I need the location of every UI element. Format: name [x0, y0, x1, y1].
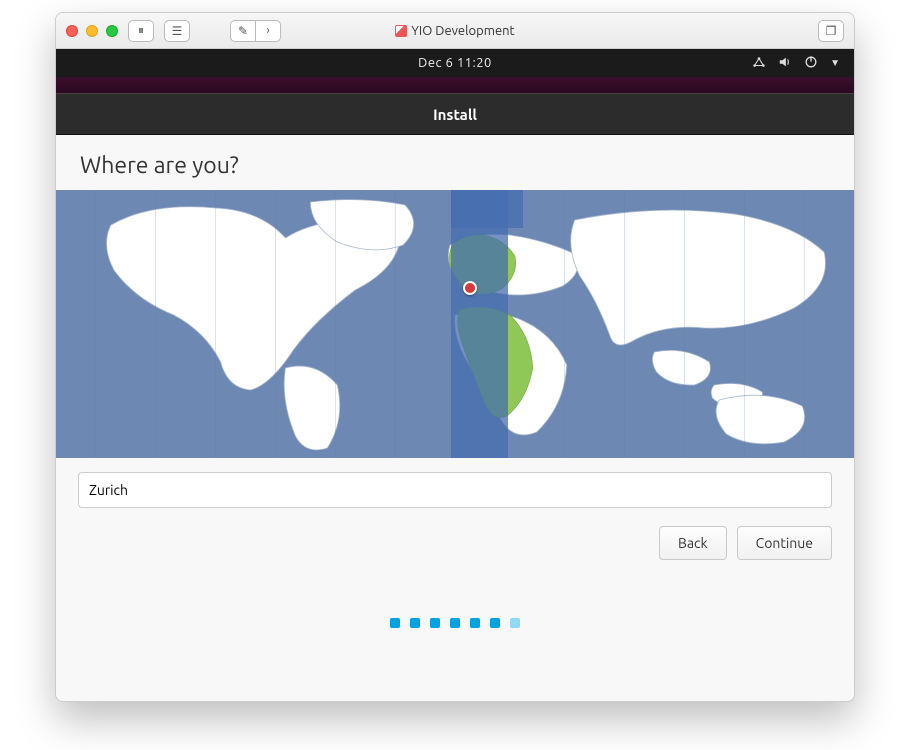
- progress-dot: [470, 618, 480, 628]
- progress-dot: [490, 618, 500, 628]
- mac-titlebar: ⏸ ☰ ✎ › YIO Development ❐: [56, 13, 854, 49]
- progress-dot: [390, 618, 400, 628]
- zoom-button[interactable]: [106, 25, 118, 37]
- chevron-down-icon[interactable]: ▼: [830, 57, 840, 69]
- progress-indicator: [56, 570, 854, 656]
- vm-icon: [395, 25, 407, 37]
- installer-content: Where are you?: [56, 135, 854, 701]
- timezone-band: [451, 190, 508, 458]
- installer-titlebar: Install: [56, 93, 854, 135]
- timezone-band-top: [451, 190, 523, 228]
- mac-window: ⏸ ☰ ✎ › YIO Development ❐ Dec 6 11:20 ▼ …: [55, 12, 855, 702]
- clock[interactable]: Dec 6 11:20: [418, 56, 492, 70]
- close-button[interactable]: [66, 25, 78, 37]
- installer-title: Install: [433, 106, 477, 123]
- timezone-input-row: [56, 458, 854, 516]
- desktop-strip: [56, 77, 854, 93]
- progress-dot: [410, 618, 420, 628]
- minimize-button[interactable]: [86, 25, 98, 37]
- timezone-input[interactable]: [78, 472, 832, 508]
- toolbar-forward-button[interactable]: ›: [255, 20, 281, 42]
- progress-dot: [430, 618, 440, 628]
- progress-dot-current: [510, 618, 520, 628]
- page-title: Where are you?: [56, 135, 854, 190]
- network-icon[interactable]: [752, 55, 766, 72]
- toolbar-tools-button[interactable]: ✎: [230, 20, 256, 42]
- toolbar-pause-button[interactable]: ⏸: [128, 20, 154, 42]
- toolbar-nav-group: ✎ ›: [230, 20, 281, 42]
- power-icon[interactable]: [804, 55, 818, 72]
- timezone-map[interactable]: [56, 190, 854, 458]
- button-row: Back Continue: [56, 516, 854, 570]
- traffic-lights: [66, 25, 118, 37]
- location-pin-icon: [463, 281, 477, 295]
- toolbar-view-button[interactable]: ☰: [164, 20, 190, 42]
- progress-dot: [450, 618, 460, 628]
- volume-icon[interactable]: [778, 55, 792, 72]
- toolbar-stack-button[interactable]: ❐: [818, 20, 844, 42]
- back-button[interactable]: Back: [659, 526, 727, 560]
- system-tray[interactable]: ▼: [752, 55, 840, 72]
- continue-button[interactable]: Continue: [737, 526, 832, 560]
- ubuntu-topbar: Dec 6 11:20 ▼: [56, 49, 854, 77]
